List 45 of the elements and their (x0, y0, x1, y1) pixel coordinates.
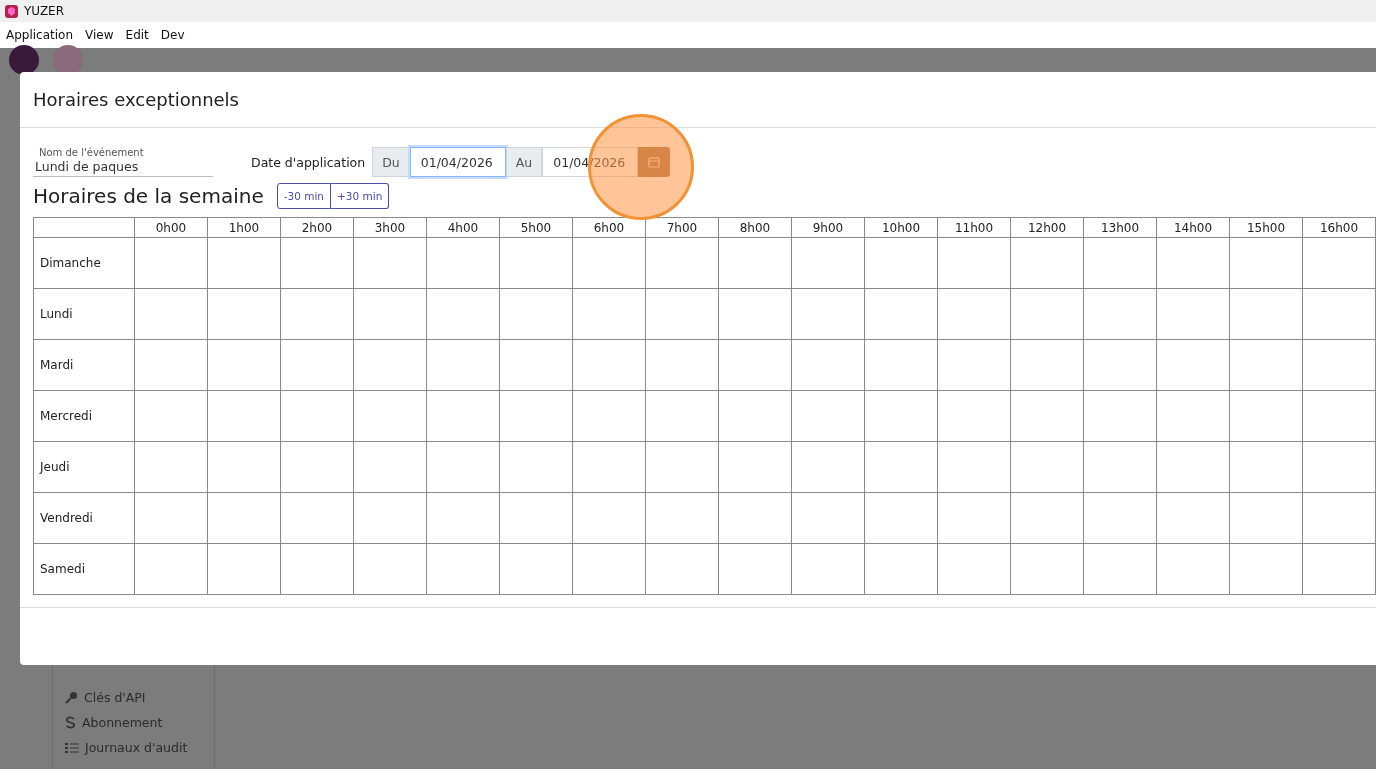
calendar-icon (648, 156, 661, 168)
app-logo-icon (5, 4, 18, 18)
from-date-field[interactable]: 01/04/2026 (409, 147, 506, 177)
hour-header: 1h00 (207, 217, 281, 238)
menu-item[interactable]: Application (0, 28, 80, 42)
hour-header: 12h00 (1010, 217, 1084, 238)
day-label: Vendredi (33, 492, 135, 544)
adjust-button[interactable]: -30 min (276, 183, 331, 209)
hour-header: 7h00 (645, 217, 719, 238)
from-label: Du (372, 147, 410, 177)
hour-header: 13h00 (1083, 217, 1157, 238)
to-date-field[interactable]: 01/04/2026 (542, 147, 639, 177)
menu-item[interactable]: View (79, 28, 120, 42)
window-title: YUZER (24, 4, 65, 18)
hour-header: 4h00 (426, 217, 500, 238)
day-label: Mardi (33, 339, 135, 391)
hour-header: 14h00 (1156, 217, 1230, 238)
hour-header: 10h00 (864, 217, 938, 238)
hour-header: 16h00 (1302, 217, 1376, 238)
menu-item[interactable]: Edit (119, 28, 155, 42)
day-label: Mercredi (33, 390, 135, 442)
date-label: Date d'application (251, 154, 366, 170)
hour-header: 9h00 (791, 217, 865, 238)
hour-header: 6h00 (572, 217, 646, 238)
hour-header: 15h00 (1229, 217, 1303, 238)
to-label: Au (505, 147, 543, 177)
hour-header: 3h00 (353, 217, 427, 238)
menu-item[interactable]: Dev (154, 28, 191, 42)
hour-header: 2h00 (280, 217, 354, 238)
hour-header: 5h00 (499, 217, 573, 238)
day-label: Dimanche (33, 237, 135, 289)
day-label: Samedi (33, 543, 135, 595)
avatar[interactable] (9, 45, 39, 75)
hour-header: 0h00 (134, 217, 208, 238)
week-title: Horaires de la semaine (33, 184, 264, 208)
hour-header: 8h00 (718, 217, 792, 238)
day-label: Jeudi (33, 441, 135, 493)
checklist-icon (65, 741, 79, 754)
adjust-button[interactable]: +30 min (331, 183, 390, 209)
dollar-icon (65, 716, 76, 729)
sidebar-item[interactable]: Journaux d'audit (85, 740, 188, 755)
day-label: Lundi (33, 288, 135, 340)
hour-header: 11h00 (937, 217, 1011, 238)
field-label: Nom de l'événement (38, 147, 145, 158)
modal-title: Horaires exceptionnels (33, 89, 239, 110)
